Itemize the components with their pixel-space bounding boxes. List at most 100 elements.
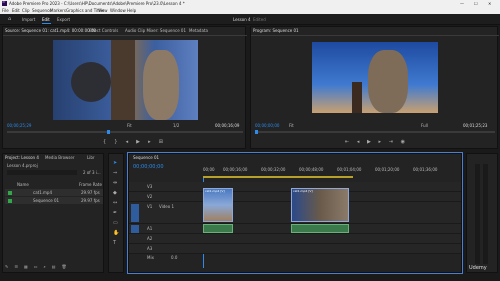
source-duration: 00;00;16;09 — [215, 123, 240, 128]
search-input[interactable] — [7, 170, 77, 175]
program-fit-select[interactable]: Fit — [289, 124, 294, 128]
tab-export[interactable]: Export — [57, 18, 70, 22]
track-name: Video 1 — [159, 204, 175, 209]
source-fit-select[interactable]: Fit — [127, 124, 132, 128]
list-item[interactable]: Sequence 01 29.97 fps — [5, 197, 103, 204]
minimize-button[interactable]: — — [460, 1, 464, 6]
insert-icon[interactable]: ⊞ — [159, 139, 163, 145]
source-monitor-panel: Source: Sequence 01: cat1.mp4: 00:00:00:… — [2, 26, 247, 149]
step-forward-icon[interactable]: ▸ — [148, 139, 151, 145]
step-forward-icon[interactable]: ▸ — [379, 139, 382, 145]
source-patch-a1[interactable] — [131, 225, 139, 233]
menu-file[interactable]: File — [2, 8, 9, 13]
cat-image — [143, 50, 179, 120]
audio-clip[interactable] — [291, 224, 349, 233]
tab-media-browser[interactable]: Media Browser — [45, 156, 75, 160]
track-select-icon[interactable]: ⇒ — [113, 170, 117, 176]
new-item-icon[interactable]: ▭ — [34, 264, 38, 271]
source-video-frame — [53, 40, 198, 120]
trash-icon[interactable]: 🗑 — [62, 264, 67, 271]
tab-edit-underline — [42, 23, 51, 24]
icon-view-icon[interactable]: ▦ — [24, 264, 28, 271]
window-title: Adobe Premiere Pro 2023 - C:\Users\HP\Do… — [9, 0, 185, 6]
tab-metadata[interactable]: Metadata — [189, 29, 208, 33]
project-state: Edited — [253, 17, 266, 22]
step-back-icon[interactable]: ◂ — [126, 139, 129, 145]
maximize-button[interactable]: ☐ — [474, 1, 478, 6]
tab-effect-controls[interactable]: Effect Controls — [89, 29, 118, 33]
program-scrub-bar[interactable] — [255, 131, 495, 133]
tab-libraries[interactable]: Libr — [87, 156, 95, 160]
export-frame-icon[interactable]: ◉ — [401, 139, 405, 145]
step-back-icon[interactable]: ◂ — [357, 139, 360, 145]
source-resolution-select[interactable]: 1/2 — [173, 124, 179, 128]
list-view-icon[interactable]: ☰ — [14, 264, 18, 271]
folder-icon[interactable]: ▤ — [52, 264, 56, 271]
app-logo: Pr — [2, 0, 7, 6]
go-to-in-icon[interactable]: ⇤ — [345, 139, 349, 145]
mix-track: Mix 0.0 — [129, 254, 461, 262]
ruler-tick: 00;00;32;00 — [261, 167, 286, 172]
menu-clip[interactable]: Clip — [22, 8, 30, 13]
video-clip[interactable]: cat1.mp4 [V] — [203, 188, 233, 222]
tab-source[interactable]: Source: Sequence 01: cat1.mp4: 00:00:00:… — [5, 29, 96, 33]
menu-help[interactable]: Help — [127, 8, 136, 13]
menu-edit[interactable]: Edit — [12, 8, 20, 13]
tab-edit[interactable]: Edit — [42, 18, 50, 22]
tab-program[interactable]: Program: Sequence 01 — [253, 29, 299, 33]
mix-value[interactable]: 0.0 — [171, 256, 177, 260]
col-frame-rate-header[interactable]: Frame Rate — [79, 183, 102, 187]
time-ruler[interactable]: 00;00 00;00;16;00 00;00;32;00 00;00;48;0… — [203, 168, 461, 176]
menu-markers[interactable]: Markers — [50, 8, 66, 13]
track-label: V1 — [147, 204, 153, 209]
play-icon[interactable]: ▶ — [367, 139, 371, 145]
tab-import[interactable]: Import — [22, 18, 35, 22]
razor-icon[interactable]: ◆ — [113, 190, 117, 196]
workspace-bar: ⌂ Import Edit Export Lesson 4 Edited — [0, 14, 500, 25]
menu-window[interactable]: Window — [110, 8, 126, 13]
tab-audio-clip-mixer[interactable]: Audio Clip Mixer: Sequence 01 — [125, 29, 186, 33]
watermark: Udemy — [469, 265, 487, 271]
search-icon[interactable]: ⌕ — [44, 264, 46, 271]
home-icon[interactable]: ⌂ — [8, 17, 11, 22]
type-icon[interactable]: T — [113, 240, 116, 246]
rectangle-icon[interactable]: ▭ — [113, 220, 118, 226]
tab-sequence[interactable]: Sequence 01 — [133, 156, 159, 160]
mark-in-icon[interactable]: { — [103, 139, 106, 145]
audio-clip[interactable] — [203, 224, 233, 233]
source-timecode[interactable]: 00;00;25;29 — [7, 124, 31, 128]
slip-icon[interactable]: ↔ — [113, 200, 117, 206]
program-resolution-select[interactable]: Full — [421, 124, 428, 128]
track-a3: A3 — [129, 244, 461, 254]
ripple-edit-icon[interactable]: ⇹ — [113, 180, 117, 186]
go-to-out-icon[interactable]: ⇥ — [389, 139, 393, 145]
post-image — [352, 82, 362, 113]
item-count: 2 of 3 i... — [83, 170, 101, 175]
source-patch-v1[interactable] — [131, 204, 139, 222]
item-frame-rate: 29.97 fps — [81, 197, 100, 203]
transport-controls: { } ◂ ▶ ▸ ⊞ — [103, 139, 163, 145]
menu-sequence[interactable]: Sequence — [32, 8, 52, 13]
hand-icon[interactable]: ✋ — [113, 230, 119, 236]
list-item[interactable]: cat1.mp4 29.97 fps — [5, 189, 103, 196]
selection-tool-icon[interactable]: ➤ — [113, 160, 117, 166]
cat-image — [71, 62, 111, 102]
video-clip[interactable]: cat1.mp4 [V] — [291, 188, 349, 222]
play-icon[interactable]: ▶ — [136, 139, 140, 145]
menu-view[interactable]: View — [98, 8, 108, 13]
pencil-icon[interactable]: ✎ — [5, 264, 8, 271]
track-label: V3 — [147, 184, 153, 189]
item-name: Sequence 01 — [33, 197, 60, 203]
close-button[interactable]: ✕ — [488, 1, 491, 6]
tab-project[interactable]: Project: Lesson 4 — [5, 156, 39, 160]
ruler-tick: 00;01;20;00 — [375, 167, 400, 172]
playhead[interactable] — [107, 130, 110, 134]
program-timecode[interactable]: 00;00;00;00 — [255, 124, 279, 128]
mark-out-icon[interactable]: } — [114, 139, 117, 145]
source-scrub-bar[interactable] — [7, 131, 243, 133]
pen-icon[interactable]: ✒ — [113, 210, 117, 216]
col-name-header[interactable]: Name — [17, 183, 29, 187]
timeline-timecode[interactable]: 00;00;00;00 — [133, 165, 164, 170]
playhead[interactable] — [255, 130, 258, 134]
meter-left — [475, 164, 480, 264]
